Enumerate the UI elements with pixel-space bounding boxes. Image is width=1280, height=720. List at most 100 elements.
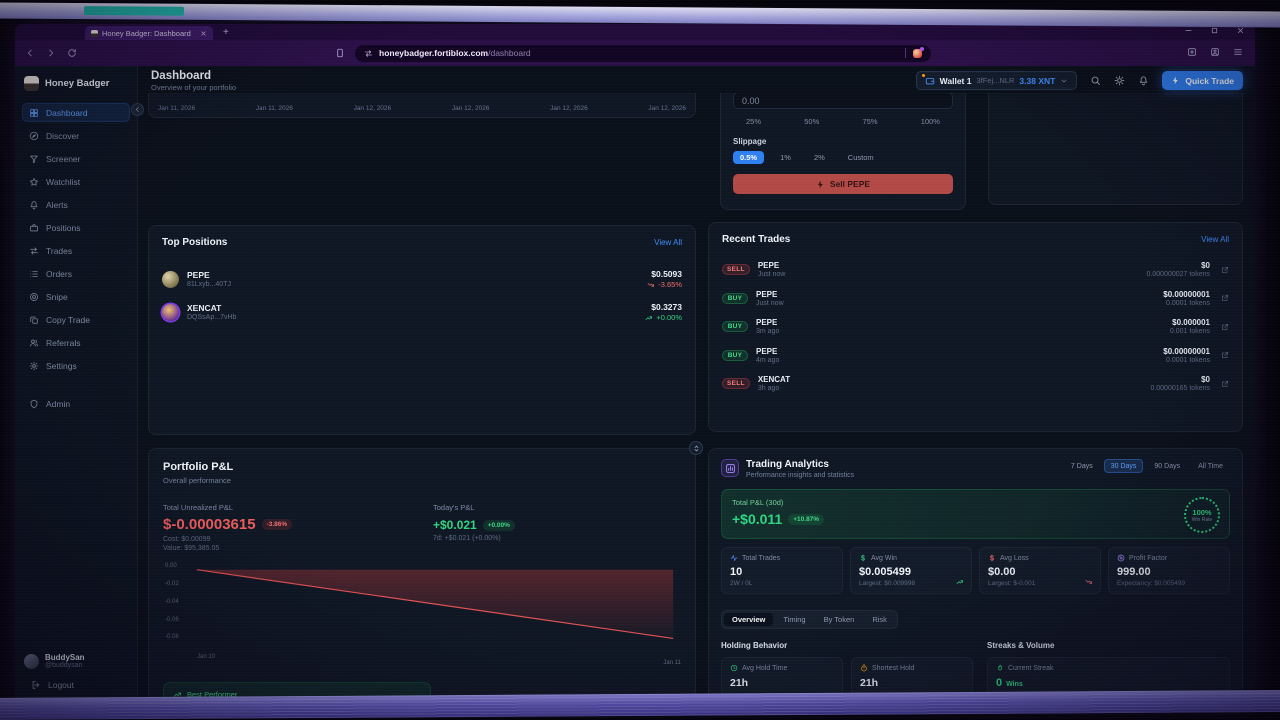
trade-row[interactable]: BUY PEPE3m ago $0.0000010.001 tokens (722, 318, 1229, 335)
percent-75-button[interactable]: 75% (863, 117, 878, 126)
slippage-option-custom[interactable]: Custom (841, 151, 881, 164)
analytics-title: Trading Analytics (746, 459, 854, 470)
window-minimize-icon[interactable] (1184, 26, 1193, 35)
sidebar-collapse-button[interactable] (131, 103, 144, 116)
trade-amount: $0.00000001 (1163, 290, 1210, 299)
forward-icon[interactable] (46, 48, 56, 58)
sidebar-item-admin[interactable]: Admin (22, 394, 130, 413)
browser-profile-icon[interactable] (1210, 47, 1220, 57)
streak-value: 0 (996, 677, 1002, 689)
external-link-icon[interactable] (1221, 266, 1229, 274)
streaks-volume-title: Streaks & Volume (987, 641, 1230, 650)
quick-trade-button[interactable]: Quick Trade (1162, 71, 1243, 90)
window-maximize-icon[interactable] (1210, 26, 1219, 35)
sidebar-item-orders[interactable]: Orders (22, 264, 130, 283)
x-tick: Jan 12, 2026 (648, 105, 686, 112)
slippage-option-2[interactable]: 2% (807, 151, 832, 164)
filter-30-days[interactable]: 30 Days (1104, 459, 1144, 473)
tab-risk[interactable]: Risk (864, 613, 895, 626)
sell-pepe-button[interactable]: Sell PEPE (733, 174, 953, 194)
tab-by-token[interactable]: By Token (816, 613, 863, 626)
hold-value: 21h (730, 677, 834, 689)
position-row[interactable]: XENCAT DQSsAp...7vHb $0.3273 +0.00% (162, 302, 682, 322)
view-all-positions-link[interactable]: View All (654, 238, 682, 247)
overview-line-chart[interactable] (158, 93, 686, 96)
external-link-icon[interactable] (1221, 294, 1229, 302)
bell-icon (29, 200, 39, 210)
sidebar-item-screener[interactable]: Screener (22, 149, 130, 168)
avg-hold-time-card: Avg Hold Time 21h (721, 657, 843, 696)
window-close-icon[interactable] (1236, 26, 1245, 35)
avg-loss-stat: Avg Loss $0.00 Largest: $-0.001 (979, 547, 1101, 594)
token-info-card (988, 93, 1243, 205)
position-row[interactable]: PEPE 81Lxyb...40TJ $0.5093 -3.65% (162, 269, 682, 289)
bookmark-icon[interactable] (335, 48, 345, 58)
trade-row[interactable]: SELL PEPEJust now $00.000000027 tokens (722, 261, 1229, 278)
external-link-icon[interactable] (1221, 351, 1229, 359)
percent-100-button[interactable]: 100% (921, 117, 940, 126)
sidebar-item-label: Dashboard (46, 108, 88, 118)
filter-7-days[interactable]: 7 Days (1064, 459, 1100, 473)
user-profile[interactable]: BuddySan @buddysan (15, 645, 137, 673)
sidebar-item-settings[interactable]: Settings (22, 356, 130, 375)
percent-50-button[interactable]: 50% (804, 117, 819, 126)
back-icon[interactable] (25, 48, 35, 58)
sell-button-label: Sell PEPE (830, 179, 870, 189)
sidebar-item-copy-trade[interactable]: Copy Trade (22, 310, 130, 329)
browser-tab[interactable]: Honey Badger: Dashboard (85, 26, 213, 40)
sidebar-item-watchlist[interactable]: Watchlist (22, 172, 130, 191)
percent-25-button[interactable]: 25% (746, 117, 761, 126)
trade-row[interactable]: SELL XENCAT3h ago $00.00000165 tokens (722, 375, 1229, 392)
tab-timing[interactable]: Timing (775, 613, 813, 626)
stat-sub: Largest: $0.009998 (859, 580, 963, 587)
theme-toggle-button[interactable] (1114, 75, 1125, 86)
site-info-icon[interactable] (364, 49, 373, 58)
total-pnl-label: Total P&L (30d) (732, 498, 1219, 507)
slippage-option-05[interactable]: 0.5% (733, 151, 764, 164)
tab-close-icon[interactable] (200, 30, 207, 37)
buy-pill: BUY (722, 321, 748, 332)
pnl-area-chart[interactable]: 0.00 -0.02 -0.04 -0.06 -0.08 (163, 564, 681, 662)
sidebar-item-snipe[interactable]: Snipe (22, 287, 130, 306)
page-title: Dashboard (151, 70, 236, 82)
amount-input[interactable]: 0.00 (733, 93, 953, 109)
notifications-button[interactable] (1138, 75, 1149, 86)
reload-icon[interactable] (67, 48, 77, 58)
profit-factor-stat: Profit Factor 999.00 Expectancy: $0.0054… (1108, 547, 1230, 594)
extension-icon[interactable] (913, 49, 922, 58)
trade-row[interactable]: BUY PEPEJust now $0.000000010.0001 token… (722, 290, 1229, 307)
sidebar-item-alerts[interactable]: Alerts (22, 195, 130, 214)
slippage-label: Slippage (733, 137, 953, 146)
filter-90-days[interactable]: 90 Days (1147, 459, 1187, 473)
browser-menu-icon[interactable] (1233, 47, 1243, 57)
new-tab-button[interactable]: + (223, 27, 229, 39)
tab-overview[interactable]: Overview (724, 613, 773, 626)
sidebar-item-trades[interactable]: Trades (22, 241, 130, 260)
sidebar-item-discover[interactable]: Discover (22, 126, 130, 145)
stat-value: 999.00 (1117, 566, 1221, 578)
sun-icon (1114, 75, 1125, 86)
wallet-name: Wallet 1 (940, 76, 972, 86)
sidebar-item-dashboard[interactable]: Dashboard (22, 103, 130, 122)
trade-row[interactable]: BUY PEPE4m ago $0.000000010.0001 tokens (722, 347, 1229, 364)
address-bar[interactable]: honeybadger.fortiblox.com/dashboard (355, 45, 931, 62)
position-address: DQSsAp...7vHb (187, 314, 236, 321)
unrealized-change-badge: -3.86% (262, 519, 293, 530)
external-link-icon[interactable] (1221, 323, 1229, 331)
search-icon (1090, 75, 1101, 86)
filter-all-time[interactable]: All Time (1191, 459, 1230, 473)
browser-window: Honey Badger: Dashboard + honeybadger.fo… (15, 24, 1255, 702)
sidebar-item-positions[interactable]: Positions (22, 218, 130, 237)
position-token: XENCAT (187, 303, 236, 313)
scroll-drag-handle[interactable] (689, 441, 703, 455)
extensions-puzzle-icon[interactable] (1187, 47, 1197, 57)
view-all-trades-link[interactable]: View All (1201, 235, 1229, 244)
sidebar-item-label: Orders (46, 269, 72, 279)
search-button[interactable] (1090, 75, 1101, 86)
wallet-selector[interactable]: Wallet 1 3fFej...NLR 3.38 XNT (916, 71, 1078, 90)
trade-token: PEPE (756, 290, 784, 299)
external-link-icon[interactable] (1221, 380, 1229, 388)
top-positions-title: Top Positions (162, 237, 227, 248)
sidebar-item-referrals[interactable]: Referrals (22, 333, 130, 352)
slippage-option-1[interactable]: 1% (773, 151, 798, 164)
